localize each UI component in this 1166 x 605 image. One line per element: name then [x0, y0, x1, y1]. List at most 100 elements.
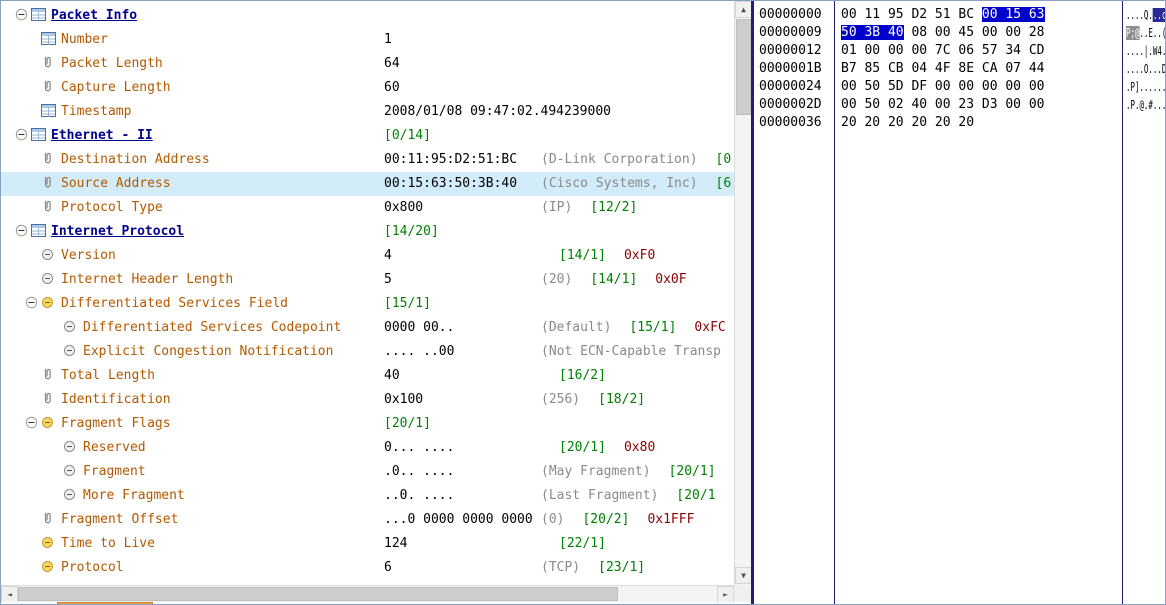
ascii-text[interactable]: ....|.W4. [1126, 42, 1165, 60]
hex-offset[interactable]: 00000009 [759, 24, 822, 42]
field-range: [15/1] [629, 320, 677, 335]
field-value: ..0. .... [384, 488, 455, 503]
collapse-icon[interactable] [25, 412, 41, 436]
decode-tree: Packet Info Number 1 Packet Length 64 Capture… [1, 1, 734, 585]
scroll-right-button[interactable]: ► [717, 586, 734, 603]
sheet-icon [41, 100, 58, 124]
scroll-up-button[interactable]: ▲ [735, 1, 752, 18]
bullet-gray-icon [63, 460, 80, 484]
tree-row[interactable]: Source Address 00:15:63:50:3B:40 (Cisco Sy… [1, 172, 734, 196]
field-note: (D-Link Corporation) [541, 152, 698, 167]
hex-row[interactable]: 00000000 00 11 95 D2 51 BC 00 15 63 ....Q.… [754, 6, 1165, 24]
field-label: Identification [61, 392, 171, 407]
hex-bytes[interactable]: 00 50 5D DF 00 00 00 00 00 [841, 78, 1045, 96]
tree-row[interactable]: Differentiated Services Field [15/1] [1, 292, 734, 316]
tree-row[interactable]: Internet Header Length 5 (20) [14/1] 0x0F [1, 268, 734, 292]
field-label: Fragment Flags [61, 416, 171, 431]
ascii-text[interactable]: ....Q...c [1126, 6, 1165, 24]
field-range: [14/20] [384, 224, 439, 239]
tree-row[interactable]: Packet Info [1, 4, 734, 28]
tree-row[interactable]: Differentiated Services Codepoint 0000 00… [1, 316, 734, 340]
collapse-icon[interactable] [25, 292, 41, 316]
tree-row-values: 60 [384, 76, 541, 100]
selected-ascii[interactable]: P;@ [1126, 26, 1140, 40]
tree-row[interactable]: Explicit Congestion Notification .... ..0… [1, 340, 734, 364]
scroll-left-button[interactable]: ◄ [1, 586, 18, 603]
hex-row[interactable]: 0000001B B7 85 CB 04 4F 8E CA 07 44 ....O.… [754, 60, 1165, 78]
tree-horizontal-scrollbar[interactable]: ◄ ► [1, 585, 734, 603]
hex-offset[interactable]: 00000000 [759, 6, 822, 24]
tree-row[interactable]: Protocol 6 (TCP) [23/1] [1, 556, 734, 580]
field-value: 6 [384, 560, 392, 575]
tree-row-label-area: Differentiated Services Field [1, 292, 288, 316]
hex-bytes[interactable]: 50 3B 40 08 00 45 00 00 28 [841, 24, 1045, 42]
hex-bytes[interactable]: 01 00 00 00 7C 06 57 34 CD [841, 42, 1045, 60]
vertical-scroll-thumb[interactable] [736, 19, 751, 115]
collapse-icon[interactable] [15, 220, 31, 244]
hex-offset[interactable]: 00000024 [759, 78, 822, 96]
hex-bytes[interactable]: 00 11 95 D2 51 BC 00 15 63 [841, 6, 1045, 24]
tree-row-label-area: Total Length [1, 364, 155, 388]
hex-rows: 00000000 00 11 95 D2 51 BC 00 15 63 ....Q.… [754, 6, 1165, 132]
field-label: Total Length [61, 368, 155, 383]
hex-row[interactable]: 0000002D 00 50 02 40 00 23 D3 00 00 .P.@.#… [754, 96, 1165, 114]
hex-row[interactable]: 00000012 01 00 00 00 7C 06 57 34 CD ....|.… [754, 42, 1165, 60]
tree-row-values: 124 [22/1] [384, 532, 606, 556]
tree-row[interactable]: Packet Length 64 [1, 52, 734, 76]
horizontal-scroll-thumb[interactable] [18, 587, 618, 601]
paperclip-icon [41, 388, 58, 412]
tree-row[interactable]: Time to Live 124 [22/1] [1, 532, 734, 556]
field-range: [20/1 [676, 488, 716, 503]
hex-row[interactable]: 00000009 50 3B 40 08 00 45 00 00 28 P;@..E… [754, 24, 1165, 42]
bullet-yellow-icon [41, 412, 58, 436]
hex-offset[interactable]: 00000036 [759, 114, 822, 132]
ascii-text[interactable]: P;@..E..( [1126, 24, 1165, 42]
tree-row[interactable]: Number 1 [1, 28, 734, 52]
selected-bytes[interactable]: 00 15 63 [981, 7, 1045, 22]
selected-bytes[interactable]: 50 3B 40 [841, 25, 904, 40]
tree-row[interactable]: More Fragment ..0. .... (Last Fragment) [20… [1, 484, 734, 508]
hex-bytes[interactable]: 00 50 02 40 00 23 D3 00 00 [841, 96, 1045, 114]
tree-row-label-area: Packet Info [1, 4, 137, 28]
tree-row[interactable]: Fragment Flags [20/1] [1, 412, 734, 436]
hex-bytes[interactable]: B7 85 CB 04 4F 8E CA 07 44 [841, 60, 1045, 78]
ascii-text[interactable]: ....O...D [1126, 60, 1165, 78]
hex-offset[interactable]: 0000001B [759, 60, 822, 78]
tree-row[interactable]: Fragment .0.. .... (May Fragment) [20/1] [1, 460, 734, 484]
section-label: Packet Info [51, 8, 138, 23]
tree-vertical-scrollbar[interactable]: ▲ ▼ [734, 1, 752, 585]
tree-row[interactable]: Timestamp 2008/01/08 09:47:02.494239000 [1, 100, 734, 124]
paperclip-icon [41, 52, 58, 76]
tree-row-label-area: Source Address [1, 172, 171, 196]
hex-offset[interactable]: 0000002D [759, 96, 822, 114]
tree-row-label-area: More Fragment [1, 484, 185, 508]
tree-row[interactable]: Total Length 40 [16/2] [1, 364, 734, 388]
field-range: [20/1] [384, 416, 431, 431]
tree-row-values: 2008/01/08 09:47:02.494239000 [384, 100, 611, 124]
field-range: [6 [715, 176, 732, 191]
tree-row[interactable]: Internet Protocol [14/20] [1, 220, 734, 244]
hex-row[interactable]: 00000036 20 20 20 20 20 20 [754, 114, 1165, 132]
hex-offset[interactable]: 00000012 [759, 42, 822, 60]
bullet-gray-icon [41, 268, 58, 292]
tree-row[interactable]: Reserved 0... .... [20/1] 0x80 [1, 436, 734, 460]
selected-ascii[interactable]: ..c [1152, 8, 1165, 22]
field-range: [20/2] [582, 512, 630, 527]
scroll-down-button[interactable]: ▼ [735, 567, 752, 584]
hex-row[interactable]: 00000024 00 50 5D DF 00 00 00 00 00 .P]...… [754, 78, 1165, 96]
ascii-text[interactable] [1126, 114, 1153, 132]
tree-row[interactable]: Protocol Type 0x800 (IP) [12/2] [1, 196, 734, 220]
tree-row[interactable]: Identification 0x100 (256) [18/2] [1, 388, 734, 412]
tree-row-values: 0x100 (256) [18/2] [384, 388, 645, 412]
tree-row[interactable]: Ethernet - II [0/14] [1, 124, 734, 148]
collapse-icon[interactable] [15, 124, 31, 148]
collapse-icon[interactable] [15, 4, 31, 28]
tree-row[interactable]: Destination Address 00:11:95:D2:51:BC (D-L… [1, 148, 734, 172]
tree-row[interactable]: Version 4 [14/1] 0xF0 [1, 244, 734, 268]
ascii-text[interactable]: .P]...... [1126, 78, 1165, 96]
tree-row[interactable]: Fragment Offset ...0 0000 0000 0000 (0) [20… [1, 508, 734, 532]
tree-row-values: [20/1] [384, 412, 431, 436]
hex-bytes[interactable]: 20 20 20 20 20 20 [841, 114, 974, 132]
ascii-text[interactable]: .P.@.#... [1126, 96, 1165, 114]
tree-row[interactable]: Capture Length 60 [1, 76, 734, 100]
